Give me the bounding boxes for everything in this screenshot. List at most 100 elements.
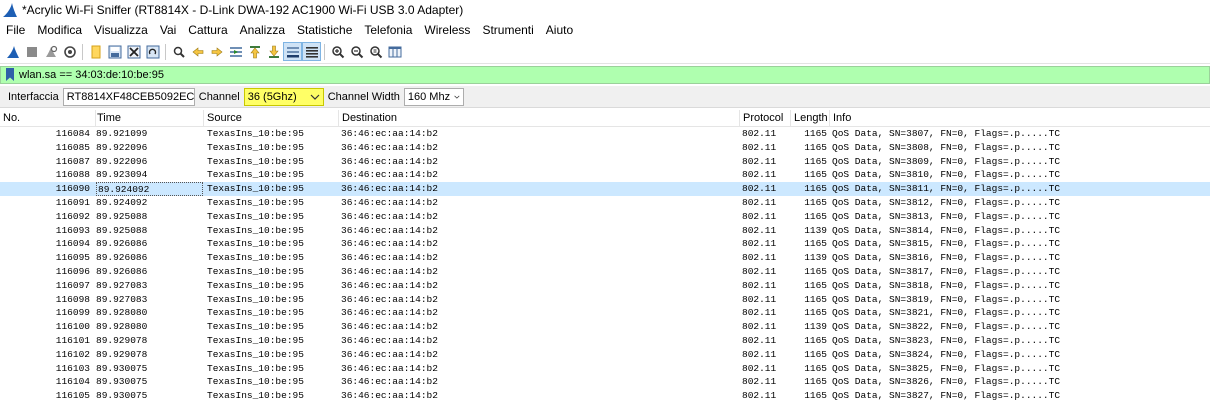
go-first-icon[interactable]: [245, 42, 264, 61]
cell-protocol: 802.11: [742, 390, 777, 400]
table-row[interactable]: 116095 89.926086 TexasIns_10:be:95 36:46:ec…: [0, 251, 1210, 265]
cell-info: QoS Data, SN=3819, FN=0, Flags=.p.....TC: [832, 293, 1061, 305]
cell-destination: 36:46:ec:aa:14:b2: [341, 362, 438, 374]
menu-analizza[interactable]: Analizza: [234, 20, 291, 40]
table-row[interactable]: 116092 89.925088 TexasIns_10:be:95 36:46:ec…: [0, 210, 1210, 224]
restart-icon[interactable]: [41, 42, 60, 61]
table-row[interactable]: 116100 89.928080 TexasIns_10:be:95 36:46:ec…: [0, 320, 1210, 334]
interface-select[interactable]: RT8814XF48CEB5092EC: [62, 87, 195, 106]
cell-time: 89.925088: [96, 210, 148, 222]
menu-telefonia[interactable]: Telefonia: [358, 20, 418, 40]
cell-protocol: 802.11: [742, 334, 777, 346]
cell-source: TexasIns_10:be:95: [207, 252, 304, 264]
table-row[interactable]: 116099 89.928080 TexasIns_10:be:95 36:46:ec…: [0, 306, 1210, 320]
channel-width-label: Channel Width: [327, 90, 400, 103]
open-file-icon[interactable]: [86, 42, 105, 61]
table-row[interactable]: 116087 89.922096 TexasIns_10:be:95 36:46:ec…: [0, 155, 1210, 169]
channel-width-select[interactable]: 160 Mhz: [403, 87, 464, 106]
menu-file[interactable]: File: [0, 20, 31, 40]
table-row[interactable]: 116098 89.927083 TexasIns_10:be:95 36:46:ec…: [0, 293, 1210, 307]
cell-length: 1165: [804, 307, 827, 319]
menu-wireless[interactable]: Wireless: [418, 20, 476, 40]
cell-destination: 36:46:ec:aa:14:b2: [341, 321, 438, 333]
shark-fin-logo-icon: [3, 3, 17, 17]
cell-source: TexasIns_10:be:95: [207, 390, 304, 400]
go-to-packet-icon[interactable]: [226, 42, 245, 61]
capture-options-icon[interactable]: [60, 42, 79, 61]
column-header-time[interactable]: Time: [94, 110, 204, 127]
packet-list: No. Time Source Destination Protocol Len…: [0, 110, 1210, 400]
cell-source: TexasIns_10:be:95: [207, 155, 304, 167]
column-header-no[interactable]: No.: [0, 110, 96, 127]
table-row[interactable]: 116093 89.925088 TexasIns_10:be:95 36:46:ec…: [0, 224, 1210, 238]
channel-width-value: 160 Mhz: [407, 90, 451, 103]
cell-info: QoS Data, SN=3815, FN=0, Flags=.p.....TC: [832, 238, 1061, 250]
cell-no: 116103: [55, 362, 90, 374]
table-row[interactable]: 116105 89.930075 TexasIns_10:be:95 36:46:ec…: [0, 389, 1210, 400]
colorize-icon[interactable]: [302, 42, 321, 61]
menu-statistiche[interactable]: Statistiche: [291, 20, 358, 40]
table-row[interactable]: 116091 89.924092 TexasIns_10:be:95 36:46:ec…: [0, 196, 1210, 210]
cell-info: QoS Data, SN=3811, FN=0, Flags=.p.....TC: [832, 183, 1061, 195]
table-row[interactable]: 116102 89.929078 TexasIns_10:be:95 36:46:ec…: [0, 348, 1210, 362]
column-header-length[interactable]: Length: [791, 110, 830, 127]
menu-cattura[interactable]: Cattura: [182, 20, 233, 40]
table-row[interactable]: 116094 89.926086 TexasIns_10:be:95 36:46:ec…: [0, 237, 1210, 251]
menu-visualizza[interactable]: Visualizza: [88, 20, 154, 40]
toolbar-separator: [165, 43, 166, 60]
table-row[interactable]: 116104 89.930075 TexasIns_10:be:95 36:46:ec…: [0, 375, 1210, 389]
cell-length: 1165: [804, 334, 827, 346]
table-row[interactable]: 116096 89.926086 TexasIns_10:be:95 36:46:ec…: [0, 265, 1210, 279]
cell-destination: 36:46:ec:aa:14:b2: [341, 183, 438, 195]
table-row[interactable]: 116084 89.921099 TexasIns_10:be:95 36:46:ec…: [0, 127, 1210, 141]
bookmark-icon[interactable]: [5, 68, 15, 82]
menu-modifica[interactable]: Modifica: [31, 20, 88, 40]
cell-time: 89.929078: [96, 348, 148, 360]
zoom-in-icon[interactable]: [328, 42, 347, 61]
channel-select[interactable]: 36 (5Ghz): [243, 87, 324, 106]
table-row[interactable]: 116097 89.927083 TexasIns_10:be:95 36:46:ec…: [0, 279, 1210, 293]
table-row[interactable]: 116085 89.922096 TexasIns_10:be:95 36:46:ec…: [0, 141, 1210, 155]
cell-no: 116104: [55, 376, 90, 388]
zoom-normal-icon[interactable]: [366, 42, 385, 61]
cell-length: 1165: [804, 196, 827, 208]
zoom-out-icon[interactable]: [347, 42, 366, 61]
cell-protocol: 802.11: [742, 141, 777, 153]
cell-no: 116096: [55, 265, 90, 277]
column-header-protocol[interactable]: Protocol: [740, 110, 791, 127]
go-last-icon[interactable]: [264, 42, 283, 61]
save-file-icon[interactable]: [105, 42, 124, 61]
cell-length: 1165: [804, 141, 827, 153]
reload-icon[interactable]: [143, 42, 162, 61]
menu-strumenti[interactable]: Strumenti: [476, 20, 539, 40]
cell-source: TexasIns_10:be:95: [207, 265, 304, 277]
column-header-info[interactable]: Info: [830, 110, 1210, 127]
close-file-icon[interactable]: [124, 42, 143, 61]
display-filter-input[interactable]: [19, 67, 1199, 83]
cell-length: 1165: [804, 210, 827, 222]
find-packet-icon[interactable]: [169, 42, 188, 61]
go-back-icon[interactable]: [188, 42, 207, 61]
cell-length: 1165: [804, 183, 827, 195]
cell-info: QoS Data, SN=3824, FN=0, Flags=.p.....TC: [832, 348, 1061, 360]
table-row[interactable]: 116101 89.929078 TexasIns_10:be:95 36:46:ec…: [0, 334, 1210, 348]
menu-vai[interactable]: Vai: [154, 20, 182, 40]
column-header-source[interactable]: Source: [204, 110, 339, 127]
autoscroll-icon[interactable]: [283, 42, 302, 61]
cell-no: 116100: [55, 321, 90, 333]
stop-icon[interactable]: [22, 42, 41, 61]
cell-time: 89.922096: [96, 155, 148, 167]
cell-destination: 36:46:ec:aa:14:b2: [341, 390, 438, 400]
resize-columns-icon[interactable]: [385, 42, 404, 61]
shark-fin-start-icon[interactable]: [3, 42, 22, 61]
toolbar-separator: [324, 43, 325, 60]
go-forward-icon[interactable]: [207, 42, 226, 61]
cell-length: 1165: [804, 238, 827, 250]
column-header-destination[interactable]: Destination: [339, 110, 740, 127]
table-row[interactable]: 116090 89.924092 TexasIns_10:be:95 36:46:ec…: [0, 182, 1210, 196]
table-row[interactable]: 116103 89.930075 TexasIns_10:be:95 36:46:ec…: [0, 362, 1210, 376]
table-row[interactable]: 116088 89.923094 TexasIns_10:be:95 36:46:ec…: [0, 168, 1210, 182]
cell-destination: 36:46:ec:aa:14:b2: [341, 293, 438, 305]
menu-aiuto[interactable]: Aiuto: [540, 20, 579, 40]
cell-source: TexasIns_10:be:95: [207, 334, 304, 346]
